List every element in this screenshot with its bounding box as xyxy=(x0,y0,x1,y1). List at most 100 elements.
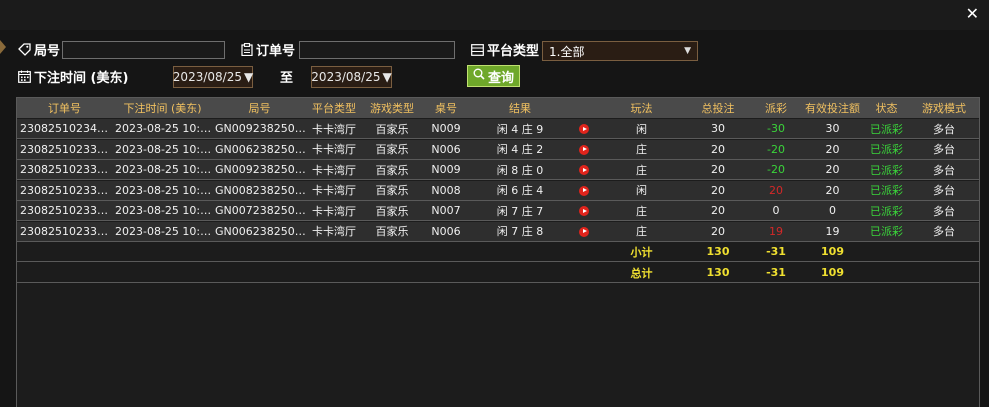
close-button[interactable]: ✕ xyxy=(966,6,979,22)
cell-game: 百家乐 xyxy=(375,143,409,156)
cell-order: 230825102336280 xyxy=(20,163,112,176)
cell-status: 已派彩 xyxy=(870,122,903,136)
column-header: 游戏类型 xyxy=(370,102,414,115)
cell-result: 闲 4 庄 2 xyxy=(496,143,544,156)
play-video-cell[interactable] xyxy=(570,143,598,156)
subtotal-label: 小计 xyxy=(630,245,653,259)
end-date-value: 2023/08/25 xyxy=(311,70,381,84)
cell-status: 已派彩 xyxy=(870,184,903,197)
cell-bet: 30 xyxy=(711,122,725,135)
cell-valid: 30 xyxy=(825,122,840,135)
play-video-cell[interactable] xyxy=(570,225,598,238)
cell-play: 庄 xyxy=(636,163,647,177)
cell-order: 230825102331843 xyxy=(20,204,112,217)
tag-icon xyxy=(18,43,31,56)
column-header: 下注时间 (美东) xyxy=(123,102,202,115)
cell-platform: 卡卡湾厅 xyxy=(312,143,356,156)
search-icon xyxy=(473,68,485,84)
play-video-cell[interactable] xyxy=(570,163,598,176)
round-label: 局号 xyxy=(18,40,60,59)
column-header: 平台类型 xyxy=(312,102,356,115)
play-video-icon[interactable] xyxy=(579,206,589,216)
table-row[interactable]: 2308251023314172023-08-25 10:26:03GN0062… xyxy=(17,221,979,242)
cell-bet: 20 xyxy=(711,142,725,156)
column-header: 玩法 xyxy=(630,102,653,115)
play-video-icon[interactable] xyxy=(579,124,589,134)
cell-time: 2023-08-25 10:26:07 xyxy=(115,183,213,197)
cell-bet: 20 xyxy=(711,224,725,238)
play-video-cell[interactable] xyxy=(570,184,598,197)
play-video-icon[interactable] xyxy=(579,165,589,175)
cell-mode: 多台 xyxy=(933,225,955,238)
column-header: 桌号 xyxy=(435,102,457,115)
cell-play: 闲 xyxy=(636,184,647,197)
cell-order: 230825102347468 xyxy=(20,122,112,135)
table-row[interactable]: 2308251023323632023-08-25 10:26:07GN0082… xyxy=(17,180,979,201)
cell-bet: 20 xyxy=(711,204,725,217)
cell-payout: -20 xyxy=(767,142,785,156)
round-label-text: 局号 xyxy=(34,44,61,59)
cell-game: 百家乐 xyxy=(375,163,409,177)
table-row[interactable]: 2308251023370882023-08-25 10:26:26GN0062… xyxy=(17,139,979,160)
play-video-icon[interactable] xyxy=(579,185,589,196)
play-video-icon[interactable] xyxy=(579,226,589,237)
total-payout: -31 xyxy=(766,266,786,279)
platform-label-text: 平台类型 xyxy=(487,44,540,59)
cell-result: 闲 4 庄 9 xyxy=(496,122,544,136)
subtotal-bet: 130 xyxy=(706,245,730,258)
cell-payout: -20 xyxy=(767,163,785,176)
cell-valid: 20 xyxy=(825,183,840,197)
platform-label: 平台类型 xyxy=(471,40,539,59)
cell-result: 闲 6 庄 4 xyxy=(496,184,544,197)
platform-type-select[interactable]: 1.全部 ▼ xyxy=(542,41,698,61)
table-row[interactable]: 2308251023318432023-08-25 10:26:05GN0072… xyxy=(17,201,979,221)
cell-payout: 0 xyxy=(772,204,780,217)
cell-round: GN006238250M... xyxy=(215,224,306,238)
chevron-down-icon: ▼ xyxy=(243,70,254,84)
cell-round: GN009238250ML xyxy=(215,122,306,135)
cell-valid: 20 xyxy=(825,142,840,156)
play-video-cell[interactable] xyxy=(570,122,598,135)
cell-time: 2023-08-25 10:26:26 xyxy=(115,142,213,156)
cell-time: 2023-08-25 10:26:05 xyxy=(115,204,213,217)
cell-result: 闲 8 庄 0 xyxy=(496,163,544,177)
table-row[interactable]: 2308251023474682023-08-25 10:27:13GN0092… xyxy=(17,119,979,139)
cell-time: 2023-08-25 10:26:23 xyxy=(115,163,213,176)
query-button[interactable]: 查询 xyxy=(467,65,520,87)
table-row[interactable]: 2308251023362802023-08-25 10:26:23GN0092… xyxy=(17,160,979,180)
cell-bet: 20 xyxy=(711,183,725,197)
cell-time: 2023-08-25 10:26:03 xyxy=(115,224,213,238)
subtotal-valid: 109 xyxy=(821,245,844,258)
column-header: 结果 xyxy=(509,102,531,115)
start-date-picker[interactable]: 2023/08/25 ▼ xyxy=(173,66,253,88)
cell-bet: 20 xyxy=(711,163,725,176)
play-video-cell[interactable] xyxy=(570,204,598,217)
total-label: 总计 xyxy=(630,266,653,280)
cell-game: 百家乐 xyxy=(375,204,409,218)
cell-mode: 多台 xyxy=(933,163,955,177)
order-number-input[interactable] xyxy=(299,41,455,59)
table-header-row: 订单号 下注时间 (美东) 局号 平台类型 游戏类型 桌号 结果 玩法 总投注 派彩 有效投注额 状态… xyxy=(17,98,979,118)
cell-play: 庄 xyxy=(636,143,647,156)
order-label: 订单号 xyxy=(241,40,295,59)
cell-status: 已派彩 xyxy=(870,143,903,156)
cell-table: N009 xyxy=(431,163,461,176)
total-valid: 109 xyxy=(821,266,844,279)
cell-status: 已派彩 xyxy=(870,204,903,218)
cell-table: N006 xyxy=(431,142,461,156)
end-date-picker[interactable]: 2023/08/25 ▼ xyxy=(311,66,392,88)
order-label-text: 订单号 xyxy=(256,44,296,59)
cell-game: 百家乐 xyxy=(375,122,409,136)
cell-platform: 卡卡湾厅 xyxy=(312,122,356,136)
total-row: 总计 130 -31 109 xyxy=(17,263,979,283)
subtotal-payout: -31 xyxy=(766,245,786,258)
play-video-icon[interactable] xyxy=(579,144,589,155)
total-bet: 130 xyxy=(706,266,730,279)
cell-mode: 多台 xyxy=(933,204,955,218)
cell-order: 230825102337088 xyxy=(20,142,112,156)
round-input[interactable] xyxy=(62,41,225,59)
list-icon xyxy=(471,43,484,56)
to-label-text: 至 xyxy=(280,71,294,86)
bet-time-label-text: 下注时间 (美东) xyxy=(34,71,129,86)
column-header: 游戏模式 xyxy=(922,102,966,115)
